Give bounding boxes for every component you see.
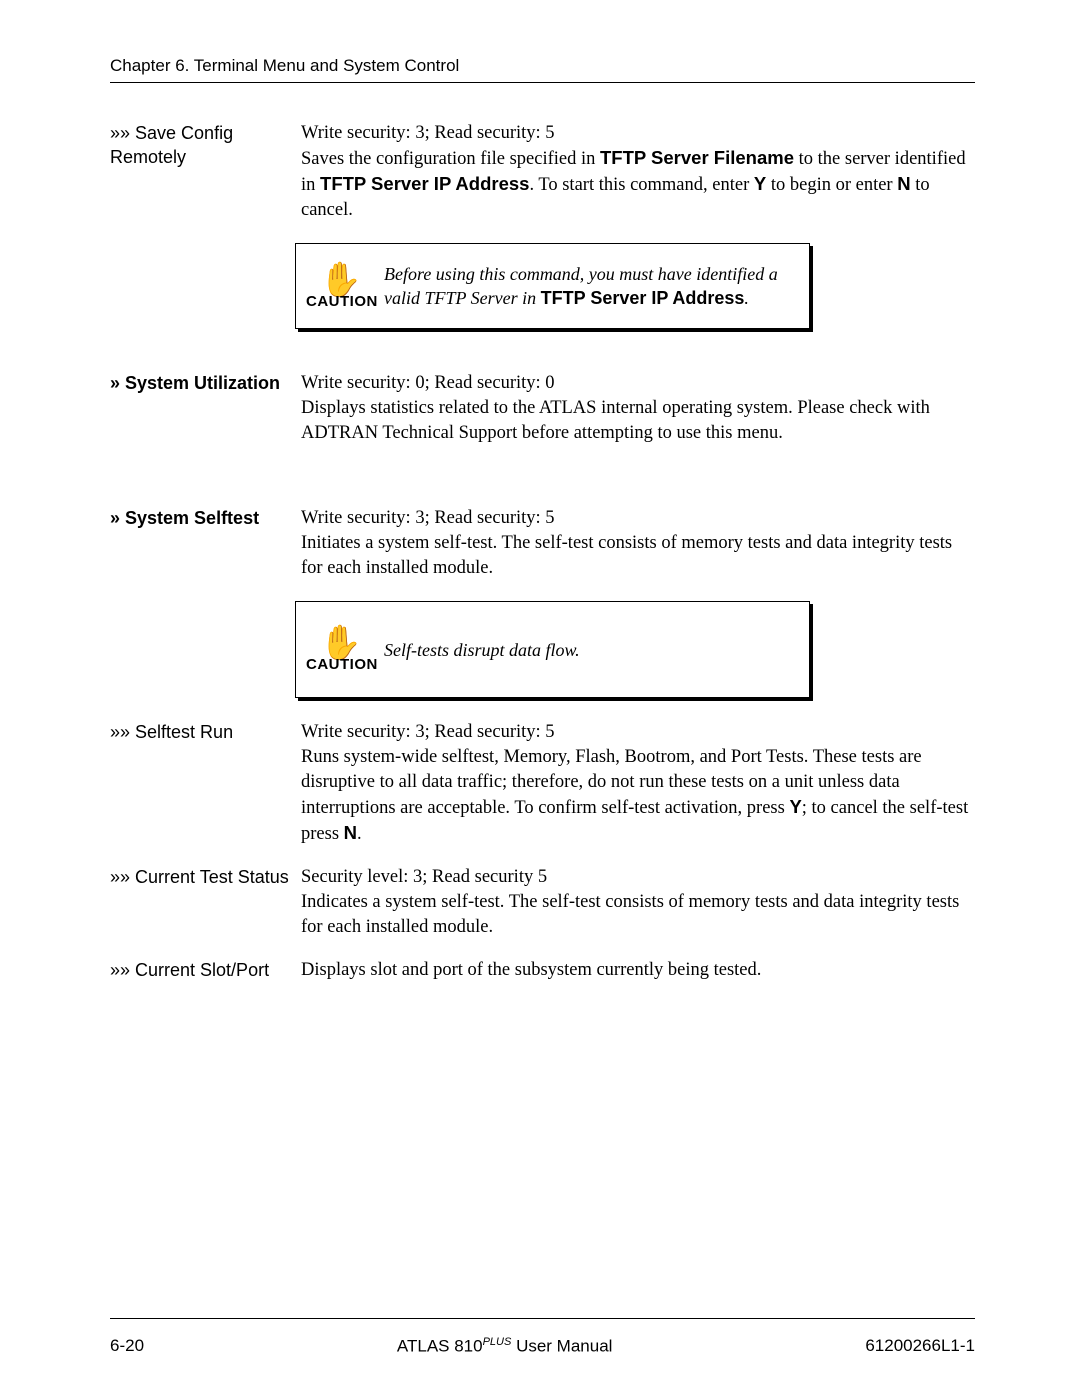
entry-body: Displays slot and port of the subsystem … — [301, 958, 975, 983]
hand-icon: ✋ — [306, 626, 376, 660]
caution-body: Self-tests disrupt data flow. — [384, 640, 580, 660]
chapter-header: Chapter 6. Terminal Menu and System Cont… — [110, 56, 975, 76]
entry-save-config: »» Save Config Remotely Write security: … — [110, 121, 975, 223]
entry-label: » System Selftest — [110, 506, 301, 530]
entry-system-selftest: » System Selftest Write security: 3; Rea… — [110, 506, 975, 581]
footer-plus: PLUS — [483, 1336, 512, 1348]
caution-text: Self-tests disrupt data flow. — [376, 638, 580, 662]
body-text: . — [357, 824, 362, 844]
body-text: Saves the configuration file specified i… — [301, 149, 600, 169]
key-n: N — [344, 822, 357, 843]
entry-selftest-run: »» Selftest Run Write security: 3; Read … — [110, 720, 975, 847]
footer-manual: User Manual — [511, 1337, 612, 1356]
body-text: Initiates a system self-test. The self-t… — [301, 533, 952, 578]
footer-page-number: 6-20 — [110, 1336, 144, 1357]
hand-icon: ✋ — [306, 263, 376, 297]
key-n: N — [897, 173, 910, 194]
header-rule — [110, 82, 975, 83]
body-text: Displays slot and port of the subsystem … — [301, 960, 761, 980]
security-line: Write security: 3; Read security: 5 — [301, 123, 555, 143]
entry-body: Write security: 3; Read security: 5 Save… — [301, 121, 975, 223]
body-text: to begin or enter — [766, 175, 897, 195]
entry-label: »» Save Config Remotely — [110, 121, 301, 170]
body-text: Displays statistics related to the ATLAS… — [301, 398, 930, 443]
entry-label: »» Selftest Run — [110, 720, 301, 744]
security-line: Write security: 3; Read security: 5 — [301, 508, 555, 528]
footer-rule — [110, 1318, 975, 1319]
page-footer: 6-20 ATLAS 810PLUS User Manual 61200266L… — [110, 1336, 975, 1357]
entry-current-slot-port: »» Current Slot/Port Displays slot and p… — [110, 958, 975, 983]
document-page: Chapter 6. Terminal Menu and System Cont… — [0, 0, 1080, 1397]
caution-body: . — [744, 288, 749, 308]
footer-title: ATLAS 810PLUS User Manual — [397, 1336, 613, 1357]
entry-current-test-status: »» Current Test Status Security level: 3… — [110, 865, 975, 940]
entry-body: Write security: 3; Read security: 5 Init… — [301, 506, 975, 581]
entry-label: »» Current Test Status — [110, 865, 301, 889]
caution-box-selftest: ✋ CAUTION Self-tests disrupt data flow. — [295, 601, 810, 698]
caution-box-tftp: ✋ CAUTION Before using this command, you… — [295, 243, 810, 330]
key-y: Y — [754, 173, 766, 194]
entry-body: Security level: 3; Read security 5 Indic… — [301, 865, 975, 940]
tftp-filename-bold: TFTP Server Filename — [600, 147, 794, 168]
tftp-ip-bold: TFTP Server IP Address — [541, 288, 745, 308]
body-text: Indicates a system self-test. The self-t… — [301, 892, 959, 937]
caution-text: Before using this command, you must have… — [376, 262, 793, 311]
security-line: Security level: 3; Read security 5 — [301, 867, 547, 887]
entry-body: Write security: 3; Read security: 5 Runs… — [301, 720, 975, 847]
caution-label: CAUTION — [306, 656, 376, 673]
tftp-ip-bold: TFTP Server IP Address — [320, 173, 529, 194]
entry-label: » System Utilization — [110, 371, 301, 395]
entry-body: Write security: 0; Read security: 0 Disp… — [301, 371, 975, 446]
body-text: . To start this command, enter — [529, 175, 753, 195]
caution-label: CAUTION — [306, 293, 376, 310]
entry-label: »» Current Slot/Port — [110, 958, 301, 982]
entry-system-utilization: » System Utilization Write security: 0; … — [110, 371, 975, 446]
security-line: Write security: 0; Read security: 0 — [301, 373, 555, 393]
footer-docnum: 61200266L1-1 — [865, 1336, 975, 1357]
caution-icon: ✋ CAUTION — [306, 263, 376, 310]
caution-icon: ✋ CAUTION — [306, 626, 376, 673]
key-y: Y — [789, 796, 801, 817]
footer-product: ATLAS 810 — [397, 1337, 483, 1356]
security-line: Write security: 3; Read security: 5 — [301, 722, 555, 742]
